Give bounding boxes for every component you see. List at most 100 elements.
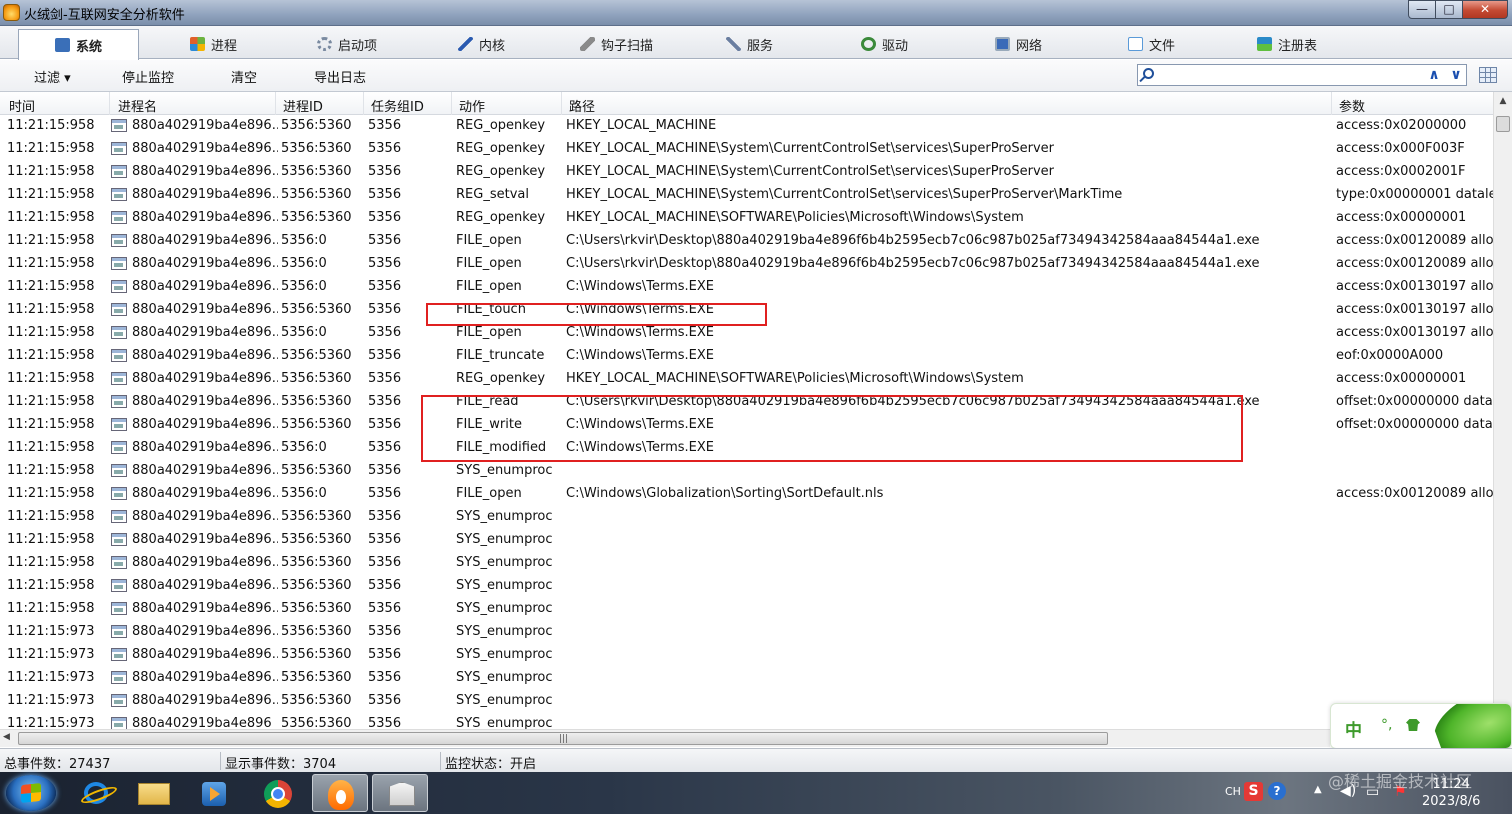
tray-language[interactable]: CH <box>1225 785 1241 814</box>
windows-logo-icon <box>21 782 41 804</box>
cell-action: REG_openkey <box>456 210 546 225</box>
help-icon[interactable]: ? <box>1268 782 1286 800</box>
tab-services[interactable]: 服务 <box>722 29 773 59</box>
scroll-up-icon[interactable]: ▲ <box>1494 93 1512 110</box>
taskbar-media-player[interactable] <box>186 774 242 812</box>
table-row[interactable]: 11:21:15:958 880a402919ba4e896... 5356:536… <box>0 552 1493 575</box>
search-next-icon[interactable]: ∨ <box>1448 66 1464 84</box>
cell-pid: 5356:5360 <box>281 555 352 570</box>
close-button[interactable]: ✕ <box>1462 0 1508 19</box>
search-prev-icon[interactable]: ∧ <box>1426 66 1442 84</box>
process-window-icon <box>111 648 127 661</box>
sogou-ime-icon[interactable]: S <box>1244 782 1263 801</box>
column-divider[interactable] <box>363 92 364 115</box>
taskbar-ie[interactable] <box>66 774 122 812</box>
column-divider[interactable] <box>109 92 110 115</box>
table-row[interactable]: 11:21:15:958 880a402919ba4e896... 5356:536… <box>0 460 1493 483</box>
column-divider[interactable] <box>451 92 452 115</box>
tab-drivers[interactable]: 驱动 <box>857 29 908 59</box>
cell-time: 11:21:15:958 <box>7 325 95 340</box>
table-row[interactable]: 11:21:15:958 880a402919ba4e896... 5356:0 53… <box>0 483 1493 506</box>
internet-explorer-icon <box>84 782 108 804</box>
ime-chinese-mode[interactable]: 中 <box>1345 716 1362 741</box>
tab-registry[interactable]: 注册表 <box>1253 29 1317 59</box>
cell-time: 11:21:15:958 <box>7 509 95 524</box>
cell-process-name: 880a402919ba4e896... <box>132 256 278 271</box>
table-row[interactable]: 11:21:15:958 880a402919ba4e896... 5356:536… <box>0 161 1493 184</box>
table-row[interactable]: 11:21:15:958 880a402919ba4e896... 5356:536… <box>0 598 1493 621</box>
tab-startup[interactable]: 启动项 <box>313 29 377 59</box>
scroll-left-icon[interactable]: ◀ <box>3 732 10 742</box>
table-row[interactable]: 11:21:15:958 880a402919ba4e896... 5356:0 53… <box>0 276 1493 299</box>
table-row[interactable]: 11:21:15:973 880a402919ba4e896... 5356:536… <box>0 690 1493 713</box>
col-header-action[interactable]: 动作 <box>459 96 485 115</box>
cell-pid: 5356:5360 <box>281 348 352 363</box>
maximize-button[interactable]: □ <box>1435 0 1463 19</box>
cell-pid: 5356:5360 <box>281 670 352 685</box>
ime-toolbar[interactable]: 中 °, <box>1330 703 1512 749</box>
tab-files[interactable]: 文件 <box>1124 29 1175 59</box>
taskbar-huorong-sword[interactable] <box>372 774 428 812</box>
cell-pid: 5356:5360 <box>281 394 352 409</box>
cell-time: 11:21:15:958 <box>7 394 95 409</box>
ime-skin-icon[interactable] <box>1406 719 1420 731</box>
vertical-scroll-thumb[interactable] <box>1496 116 1510 132</box>
search-input[interactable] <box>1160 66 1420 84</box>
column-divider[interactable] <box>275 92 276 115</box>
process-window-icon <box>111 602 127 615</box>
table-row[interactable]: 11:21:15:973 880a402919ba4e896... 5356:536… <box>0 644 1493 667</box>
col-header-process[interactable]: 进程名 <box>118 96 157 115</box>
table-row[interactable]: 11:21:15:973 880a402919ba4e896 5356:5360 53… <box>0 713 1493 729</box>
vertical-scrollbar[interactable]: ▲ <box>1493 92 1512 729</box>
table-row[interactable]: 11:21:15:958 880a402919ba4e896... 5356:536… <box>0 345 1493 368</box>
table-row[interactable]: 11:21:15:958 880a402919ba4e896... 5356:536… <box>0 368 1493 391</box>
cell-time: 11:21:15:958 <box>7 302 95 317</box>
show-hidden-icons[interactable]: ▲ <box>1314 784 1322 814</box>
column-settings-icon[interactable] <box>1479 67 1497 83</box>
col-header-pid[interactable]: 进程ID <box>283 96 323 115</box>
cell-path: C:\Users\rkvir\Desktop\880a402919ba4e896… <box>566 233 1260 248</box>
tab-kernel[interactable]: 内核 <box>454 29 505 59</box>
table-row[interactable]: 11:21:15:958 880a402919ba4e896... 5356:536… <box>0 184 1493 207</box>
cell-action: SYS_enumproc <box>456 555 553 570</box>
table-row[interactable]: 11:21:15:958 880a402919ba4e896... 5356:536… <box>0 138 1493 161</box>
table-row[interactable]: 11:21:15:958 880a402919ba4e896... 5356:536… <box>0 115 1493 138</box>
table-row[interactable]: 11:21:15:958 880a402919ba4e896... 5356:536… <box>0 575 1493 598</box>
cell-action: FILE_open <box>456 279 522 294</box>
col-header-tgid[interactable]: 任务组ID <box>371 96 424 115</box>
column-divider[interactable] <box>1331 92 1332 115</box>
taskbar-explorer[interactable] <box>126 774 182 812</box>
ime-punctuation[interactable]: °, <box>1381 717 1392 733</box>
taskbar-huorong[interactable] <box>312 774 368 812</box>
cell-process-name: 880a402919ba4e896... <box>132 141 278 156</box>
horizontal-scroll-thumb[interactable]: ||| <box>18 732 1108 745</box>
tab-process[interactable]: 进程 <box>186 29 237 59</box>
cell-path: C:\Windows\Globalization\Sorting\SortDef… <box>566 486 884 501</box>
status-bar: 总事件数：27437 显示事件数：3704 监控状态：开启 <box>0 748 1512 772</box>
tab-hook-scan[interactable]: 钩子扫描 <box>576 29 653 59</box>
stop-monitor-button[interactable]: 停止监控 <box>122 67 174 86</box>
minimize-button[interactable]: — <box>1408 0 1436 19</box>
table-row[interactable]: 11:21:15:958 880a402919ba4e896... 5356:536… <box>0 506 1493 529</box>
export-log-button[interactable]: 导出日志 <box>314 67 366 86</box>
table-row[interactable]: 11:21:15:958 880a402919ba4e896... 5356:536… <box>0 207 1493 230</box>
tab-network[interactable]: 网络 <box>991 29 1042 59</box>
table-row[interactable]: 11:21:15:973 880a402919ba4e896... 5356:536… <box>0 667 1493 690</box>
clear-button[interactable]: 清空 <box>231 67 257 86</box>
table-row[interactable]: 11:21:15:973 880a402919ba4e896... 5356:536… <box>0 621 1493 644</box>
col-header-path[interactable]: 路径 <box>569 96 595 115</box>
table-row[interactable]: 11:21:15:958 880a402919ba4e896... 5356:0 53… <box>0 230 1493 253</box>
horizontal-scrollbar[interactable]: ◀ ||| <box>0 729 1330 747</box>
taskbar-chrome[interactable] <box>250 774 306 812</box>
shown-events-count: 显示事件数：3704 <box>225 757 337 772</box>
cell-action: REG_openkey <box>456 118 546 133</box>
filter-dropdown[interactable]: 过滤 ▾ <box>34 67 71 86</box>
table-row[interactable]: 11:21:15:958 880a402919ba4e896... 5356:536… <box>0 529 1493 552</box>
tab-system[interactable]: 系统 <box>18 29 139 60</box>
table-row[interactable]: 11:21:15:958 880a402919ba4e896... 5356:0 53… <box>0 253 1493 276</box>
col-header-time[interactable]: 时间 <box>9 96 35 115</box>
col-header-params[interactable]: 参数 <box>1339 96 1365 115</box>
start-orb-icon[interactable] <box>6 775 56 811</box>
column-divider[interactable] <box>561 92 562 115</box>
cell-task-group-id: 5356 <box>368 716 402 729</box>
